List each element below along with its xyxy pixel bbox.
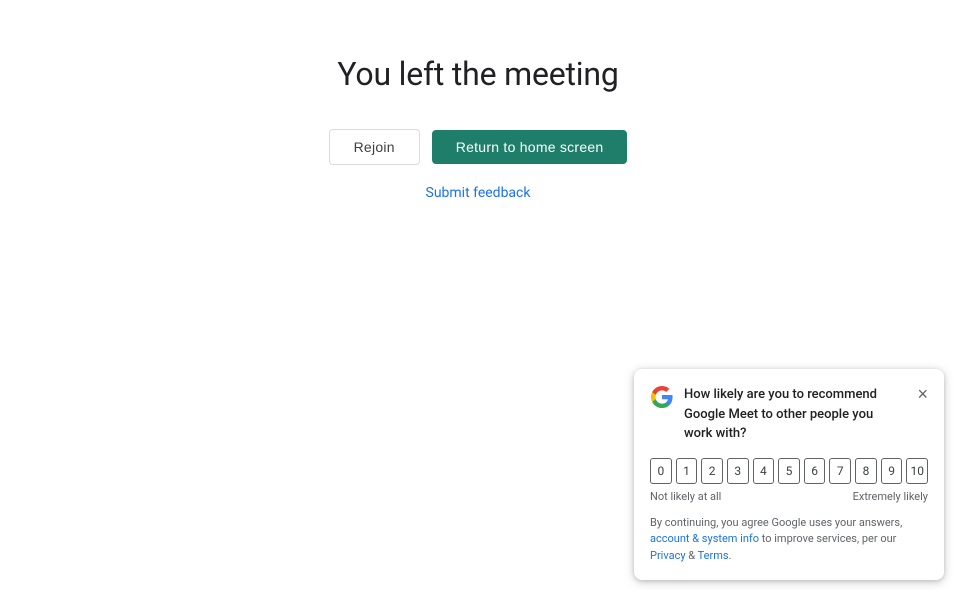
footer-ampersand: &	[686, 549, 698, 562]
footer-text-middle: to improve services, per our	[759, 532, 896, 545]
survey-footer: By continuing, you agree Google uses you…	[650, 515, 928, 565]
main-content: You left the meeting Rejoin Return to ho…	[0, 0, 956, 201]
rating-row: 0 1 2 3 4 5 6 7 8 9 10	[650, 458, 928, 484]
rating-btn-1[interactable]: 1	[676, 458, 698, 484]
survey-header: How likely are you to recommend Google M…	[650, 385, 928, 444]
rating-btn-8[interactable]: 8	[855, 458, 877, 484]
button-row: Rejoin Return to home screen	[329, 129, 628, 165]
rating-btn-5[interactable]: 5	[778, 458, 800, 484]
rating-btn-0[interactable]: 0	[650, 458, 672, 484]
survey-close-button[interactable]: ×	[917, 385, 928, 403]
rejoin-button[interactable]: Rejoin	[329, 129, 420, 165]
rating-btn-10[interactable]: 10	[906, 458, 928, 484]
footer-text-prefix: By continuing, you agree Google uses you…	[650, 516, 902, 529]
return-home-button[interactable]: Return to home screen	[432, 130, 628, 164]
rating-btn-3[interactable]: 3	[727, 458, 749, 484]
rating-btn-6[interactable]: 6	[804, 458, 826, 484]
terms-link[interactable]: Terms	[698, 549, 729, 562]
submit-feedback-link[interactable]: Submit feedback	[426, 185, 531, 201]
rating-btn-2[interactable]: 2	[701, 458, 723, 484]
rating-labels: Not likely at all Extremely likely	[650, 490, 928, 503]
google-logo-icon	[650, 385, 674, 409]
label-not-likely: Not likely at all	[650, 490, 721, 503]
footer-period: .	[729, 549, 732, 562]
rating-btn-4[interactable]: 4	[753, 458, 775, 484]
rating-btn-9[interactable]: 9	[881, 458, 903, 484]
survey-question: How likely are you to recommend Google M…	[684, 385, 903, 444]
rating-btn-7[interactable]: 7	[829, 458, 851, 484]
account-system-info-link[interactable]: account & system info	[650, 532, 759, 545]
survey-popup: How likely are you to recommend Google M…	[634, 369, 944, 580]
privacy-link[interactable]: Privacy	[650, 549, 686, 562]
label-extremely-likely: Extremely likely	[853, 490, 928, 503]
page-title: You left the meeting	[337, 55, 618, 93]
